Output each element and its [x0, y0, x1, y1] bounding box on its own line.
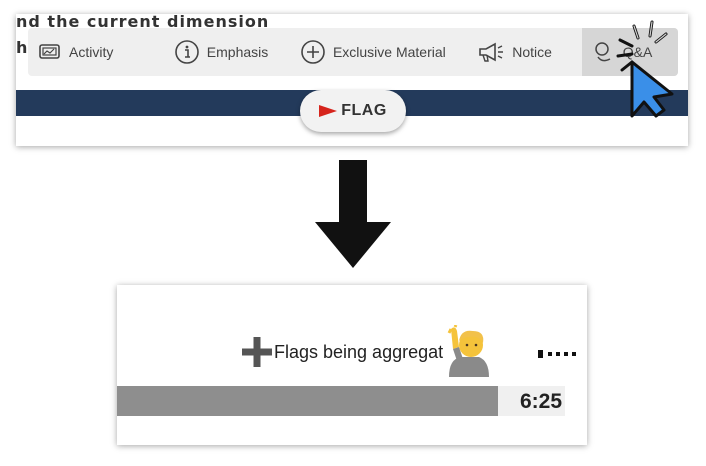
bottom-screenshot: Flags being aggregat 6:25 [117, 285, 587, 445]
progress-bar [117, 386, 498, 416]
dotted-line-icon [538, 350, 576, 358]
down-arrow-icon [315, 160, 391, 268]
toolbar-item-label: Notice [512, 44, 552, 60]
background-text: h [16, 38, 28, 57]
mouse-cursor-click-icon [616, 20, 674, 118]
toolbar-item-notice[interactable]: Notice [467, 28, 582, 76]
plus-circle-icon [301, 40, 325, 64]
info-circle-icon [174, 40, 199, 64]
toolbar: Activity Emphasis Exclusive Material Not… [28, 28, 679, 76]
time-remaining: 6:25 [519, 390, 562, 413]
flag-icon [319, 105, 338, 117]
top-screenshot: nd the current dimension h Activity Emph… [16, 14, 688, 146]
megaphone-icon [479, 42, 504, 62]
plus-icon [242, 337, 272, 367]
toolbar-item-emphasis[interactable]: Emphasis [164, 28, 290, 76]
person-raising-hand-icon [447, 325, 489, 377]
flags-status: Flags being aggregat [242, 337, 443, 367]
activity-icon [39, 44, 60, 59]
flags-status-text: Flags being aggregat [274, 341, 444, 362]
toolbar-item-exclusive-material[interactable]: Exclusive Material [290, 28, 467, 76]
toolbar-item-label: Activity [69, 44, 114, 60]
toolbar-item-label: Exclusive Material [332, 44, 446, 60]
flag-button[interactable]: FLAG [300, 90, 406, 132]
flag-button-label: FLAG [341, 102, 387, 119]
toolbar-item-label: Emphasis [206, 44, 269, 60]
toolbar-item-activity[interactable]: Activity [28, 28, 164, 76]
